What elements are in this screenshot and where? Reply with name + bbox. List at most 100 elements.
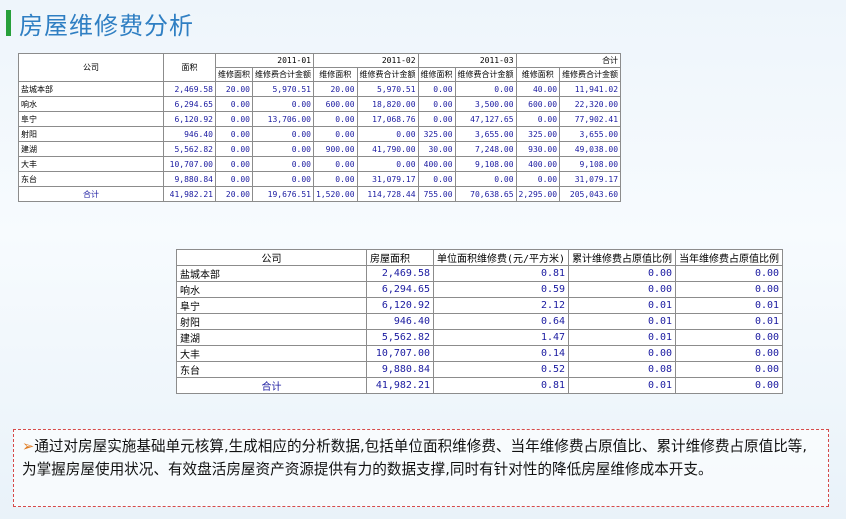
value-cell: 0.00 xyxy=(313,111,358,127)
sub-header: 维修费合计金额 xyxy=(559,67,622,82)
total-row: 合计 41,982.21 20.00 19,676.51 1,520.00 114,728… xyxy=(18,186,622,202)
area-cell: 10,707.00 xyxy=(366,345,434,362)
value-cell: 325.00 xyxy=(515,126,561,142)
value-cell: 0.00 xyxy=(417,171,456,187)
year-cell: 0.01 xyxy=(675,313,784,330)
area-cell: 946.40 xyxy=(366,313,434,330)
value-cell: 0.00 xyxy=(252,141,314,157)
unit-cell: 1.47 xyxy=(432,329,570,346)
cum-cell: 0.08 xyxy=(568,361,677,378)
value-cell: 0.00 xyxy=(515,111,561,127)
period-header: 2011-02 xyxy=(313,53,419,68)
value-cell: 325.00 xyxy=(417,126,456,142)
sub-header: 维修面积 xyxy=(515,67,561,82)
year-cell: 0.00 xyxy=(675,281,784,298)
value-cell: 0.00 xyxy=(215,171,253,187)
area-cell: 2,469.58 xyxy=(366,265,434,282)
company-cell: 阜宁 xyxy=(176,297,367,314)
value-cell: 600.00 xyxy=(313,96,358,112)
company-header: 公司 xyxy=(176,249,367,266)
value-cell: 0.00 xyxy=(515,171,561,187)
company-cell: 盐城本部 xyxy=(176,265,367,282)
area-cell: 6,294.65 xyxy=(163,96,216,112)
value-cell: 0.00 xyxy=(356,126,419,142)
title-bar: 房屋维修费分析 xyxy=(6,6,194,40)
unit-cost-header: 单位面积维修费(元/平方米) xyxy=(432,249,570,266)
table-row: 东台 9,880.84 0.52 0.08 0.00 xyxy=(176,361,784,378)
cum-cell: 0.00 xyxy=(568,281,677,298)
table-row: 响水 6,294.65 0.59 0.00 0.00 xyxy=(176,281,784,298)
value-cell: 0.00 xyxy=(313,171,358,187)
summary-note: ➢通过对房屋实施基础单元核算,生成相应的分析数据,包括单位面积维修费、当年维修费… xyxy=(13,429,829,507)
table-row: 建湖 5,562.82 0.00 0.00 900.00 41,790.00 30.00 7,… xyxy=(18,141,622,157)
company-cell: 阜宁 xyxy=(18,111,164,127)
value-cell: 2,295.00 xyxy=(515,186,561,202)
sub-header: 维修面积 xyxy=(313,67,358,82)
area-cell: 2,469.58 xyxy=(163,81,216,97)
area-cell: 9,880.84 xyxy=(366,361,434,378)
unit-cell: 0.59 xyxy=(432,281,570,298)
page-title: 房屋维修费分析 xyxy=(19,11,194,40)
table-row: 射阳 946.40 0.64 0.01 0.01 xyxy=(176,313,784,330)
company-cell: 射阳 xyxy=(18,126,164,142)
unit-cell: 0.81 xyxy=(432,265,570,282)
value-cell: 930.00 xyxy=(515,141,561,157)
company-cell: 大丰 xyxy=(18,156,164,172)
table-row: 东台 9,880.84 0.00 0.00 0.00 31,079.17 0.00 0.00 0… xyxy=(18,171,622,187)
summary-text: 通过对房屋实施基础单元核算,生成相应的分析数据,包括单位面积维修费、当年维修费占… xyxy=(22,438,808,478)
value-cell: 49,038.00 xyxy=(559,141,622,157)
table-row: 射阳 946.40 0.00 0.00 0.00 0.00 325.00 3,655.00 32… xyxy=(18,126,622,142)
year-cell: 0.01 xyxy=(675,297,784,314)
value-cell: 41,790.00 xyxy=(356,141,419,157)
value-cell: 0.00 xyxy=(313,126,358,142)
value-cell: 3,500.00 xyxy=(454,96,517,112)
area-cell: 946.40 xyxy=(163,126,216,142)
area-header: 面积 xyxy=(163,53,216,82)
table-row: 阜宁 6,120.92 2.12 0.01 0.01 xyxy=(176,297,784,314)
area-cell: 6,294.65 xyxy=(366,281,434,298)
sub-header: 维修费合计金额 xyxy=(454,67,517,82)
value-cell: 0.00 xyxy=(454,81,517,97)
value-cell: 0.00 xyxy=(417,81,456,97)
table-row: 建湖 5,562.82 1.47 0.01 0.00 xyxy=(176,329,784,346)
year-cell: 0.00 xyxy=(675,377,784,394)
year-cell: 0.00 xyxy=(675,345,784,362)
value-cell: 0.00 xyxy=(215,126,253,142)
company-cell: 响水 xyxy=(18,96,164,112)
value-cell: 20.00 xyxy=(313,81,358,97)
value-cell: 3,655.00 xyxy=(454,126,517,142)
table-row: 响水 6,294.65 0.00 0.00 600.00 18,820.00 0.00 3,5… xyxy=(18,96,622,112)
value-cell: 0.00 xyxy=(252,156,314,172)
value-cell: 400.00 xyxy=(417,156,456,172)
cumulative-ratio-header: 累计维修费占原值比例 xyxy=(568,249,677,266)
value-cell: 600.00 xyxy=(515,96,561,112)
area-cell: 6,120.92 xyxy=(366,297,434,314)
title-accent-bar xyxy=(6,10,11,36)
value-cell: 900.00 xyxy=(313,141,358,157)
cum-cell: 0.00 xyxy=(568,265,677,282)
period-header: 2011-01 xyxy=(215,53,314,68)
arrow-bullet-icon: ➢ xyxy=(22,438,35,455)
value-cell: 0.00 xyxy=(417,96,456,112)
table-row: 阜宁 6,120.92 0.00 13,706.00 0.00 17,068.76 0.00… xyxy=(18,111,622,127)
value-cell: 400.00 xyxy=(515,156,561,172)
value-cell: 0.00 xyxy=(454,171,517,187)
value-cell: 0.00 xyxy=(215,156,253,172)
area-cell: 10,707.00 xyxy=(163,156,216,172)
ratio-table: 公司 房屋面积 单位面积维修费(元/平方米) 累计维修费占原值比例 当年维修费占… xyxy=(176,249,784,394)
value-cell: 5,970.51 xyxy=(356,81,419,97)
value-cell: 755.00 xyxy=(417,186,456,202)
value-cell: 17,068.76 xyxy=(356,111,419,127)
company-cell: 射阳 xyxy=(176,313,367,330)
value-cell: 40.00 xyxy=(515,81,561,97)
value-cell: 9,108.00 xyxy=(559,156,622,172)
value-cell: 0.00 xyxy=(356,156,419,172)
sub-header: 维修面积 xyxy=(215,67,253,82)
area-cell: 6,120.92 xyxy=(163,111,216,127)
value-cell: 0.00 xyxy=(417,111,456,127)
annual-ratio-header: 当年维修费占原值比例 xyxy=(675,249,784,266)
value-cell: 0.00 xyxy=(252,171,314,187)
value-cell: 19,676.51 xyxy=(252,186,314,202)
period-header: 2011-03 xyxy=(417,53,517,68)
total-label: 合计 xyxy=(18,186,164,202)
